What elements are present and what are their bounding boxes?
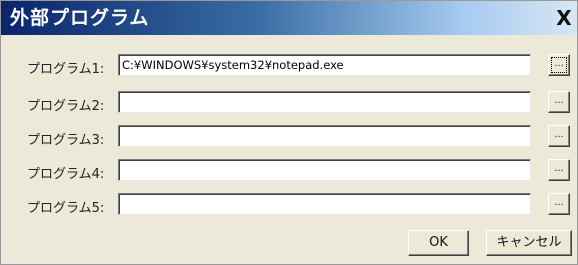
program-row-4: プログラム4: ...	[1, 159, 578, 185]
program-2-path-input[interactable]	[118, 91, 531, 113]
program-row-5: プログラム5: ...	[1, 193, 578, 219]
program-5-browse-button[interactable]: ...	[548, 193, 570, 215]
title-bar[interactable]: 外部プログラム X	[1, 1, 577, 35]
program-row-3: プログラム3: ...	[1, 125, 578, 151]
program-row-1: プログラム1: ...	[1, 54, 578, 80]
external-programs-dialog: 外部プログラム X プログラム1: ... プログラム2: ... プログラム3…	[0, 0, 578, 265]
close-button[interactable]: X	[554, 8, 574, 29]
program-1-browse-button[interactable]: ...	[548, 54, 570, 76]
ok-button[interactable]: OK	[408, 230, 469, 256]
program-3-label: プログラム3:	[27, 133, 105, 148]
program-4-browse-button[interactable]: ...	[548, 159, 570, 181]
program-4-label: プログラム4:	[27, 167, 105, 182]
program-3-path-input[interactable]	[118, 125, 531, 147]
program-2-label: プログラム2:	[27, 99, 105, 114]
program-2-browse-button[interactable]: ...	[548, 91, 570, 113]
program-5-path-input[interactable]	[118, 193, 531, 215]
program-1-label: プログラム1:	[27, 62, 105, 77]
program-5-label: プログラム5:	[27, 201, 105, 216]
program-1-path-input[interactable]	[118, 54, 531, 76]
cancel-button[interactable]: キャンセル	[486, 230, 572, 256]
dialog-title: 外部プログラム	[10, 7, 150, 29]
program-4-path-input[interactable]	[118, 159, 531, 181]
program-3-browse-button[interactable]: ...	[548, 125, 570, 147]
program-row-2: プログラム2: ...	[1, 91, 578, 117]
